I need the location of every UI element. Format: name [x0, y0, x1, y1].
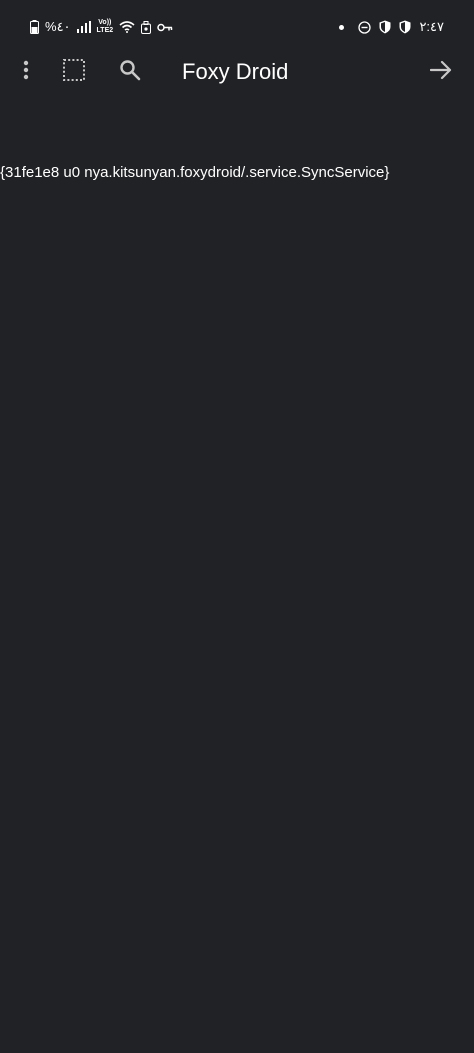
forward-button[interactable]: [424, 52, 458, 92]
volte-indicator: Vo)) LTE2: [97, 19, 114, 35]
volte-top-label: Vo)): [98, 19, 112, 26]
select-all-icon: [63, 58, 85, 86]
search-icon: [119, 59, 141, 86]
toolbar: Foxy Droid: [0, 52, 474, 92]
arrow-forward-icon: [429, 60, 452, 85]
signal-icon: [76, 21, 91, 33]
battery-percent: %٤٠: [45, 19, 71, 34]
more-options-button[interactable]: [12, 52, 40, 92]
search-button[interactable]: [114, 52, 146, 92]
status-time: ٢:٤٧: [419, 19, 444, 34]
page-title: Foxy Droid: [182, 59, 289, 84]
app-screen: %٤٠ Vo)) LTE2 ٢:٤٧ Foxy Droid {31fe1e8 u…: [0, 0, 474, 1053]
status-bar: %٤٠ Vo)) LTE2 ٢:٤٧: [0, 0, 474, 52]
notification-dot-icon: [339, 24, 345, 30]
wifi-icon: [119, 21, 135, 33]
shield-icon: [379, 20, 391, 34]
service-record-text: {31fe1e8 u0 nya.kitsunyan.foxydroid/.ser…: [0, 164, 390, 181]
do-not-disturb-icon: [358, 20, 372, 34]
more-vert-icon: [23, 60, 29, 85]
vpn-key-icon: [157, 23, 173, 32]
status-bar-left: %٤٠ Vo)) LTE2: [30, 16, 173, 38]
battery-icon: [30, 20, 39, 34]
volte-bottom-label: LTE2: [96, 27, 114, 34]
lock-notification-icon: [141, 20, 152, 34]
shield-alert-icon: [399, 20, 411, 34]
status-bar-right: ٢:٤٧: [339, 16, 444, 38]
select-all-button[interactable]: [58, 52, 90, 92]
